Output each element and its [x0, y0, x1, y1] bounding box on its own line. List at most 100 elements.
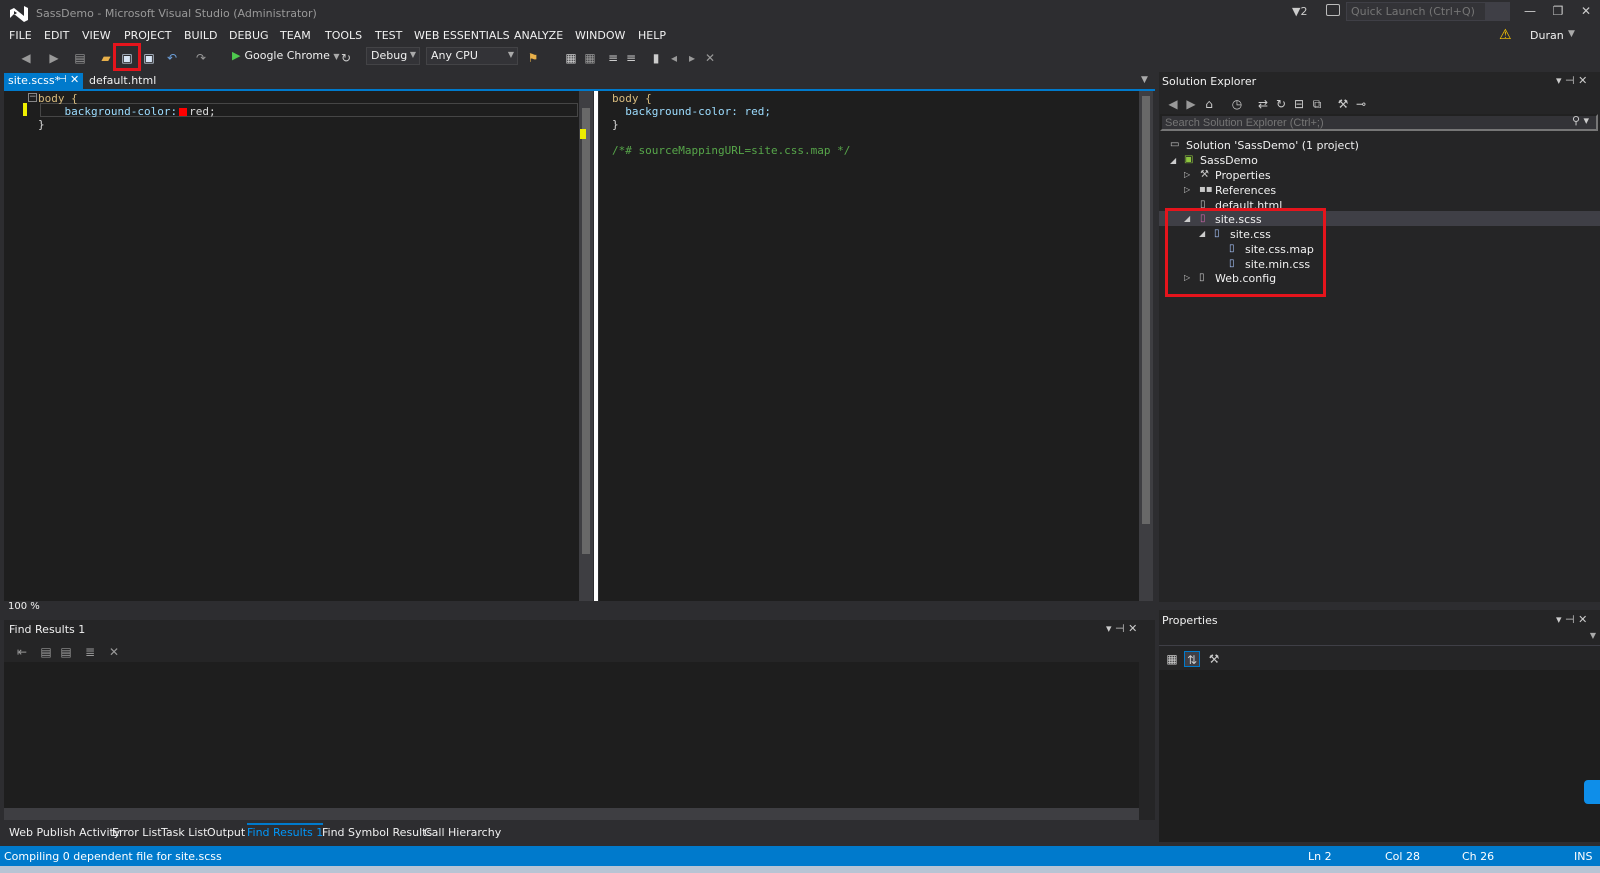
navigate-back-icon[interactable]: ◀ [18, 50, 34, 66]
next-bookmark-icon[interactable]: ▸ [684, 50, 700, 66]
tree-item-references[interactable]: References [1215, 184, 1276, 197]
menu-debug[interactable]: DEBUG [229, 29, 269, 42]
minimize-button[interactable]: — [1520, 4, 1540, 18]
menu-edit[interactable]: EDIT [44, 29, 69, 42]
configuration-select[interactable]: Debug ▼ [366, 47, 420, 65]
clear-bookmarks-icon[interactable]: ✕ [702, 50, 718, 66]
refresh-icon[interactable]: ↻ [1273, 96, 1289, 112]
tab-output[interactable]: Output [207, 826, 245, 839]
redo-icon[interactable]: ↷ [193, 50, 209, 66]
prev-bookmark-icon[interactable]: ◂ [666, 50, 682, 66]
status-char: Ch 26 [1462, 850, 1495, 863]
feedback-icon[interactable] [1326, 4, 1340, 16]
tree-item-properties[interactable]: Properties [1215, 169, 1271, 182]
find-results-content[interactable] [4, 662, 1139, 808]
menu-web-essentials[interactable]: WEB ESSENTIALS [414, 29, 510, 42]
open-file-icon[interactable]: ▰ [98, 50, 114, 66]
menu-window[interactable]: WINDOW [575, 29, 625, 42]
save-all-icon[interactable]: ▣ [141, 50, 157, 66]
quick-launch-search-icon[interactable] [1486, 2, 1510, 21]
menu-tools[interactable]: TOOLS [325, 29, 362, 42]
menu-project[interactable]: PROJECT [124, 29, 172, 42]
tab-list-dropdown-icon[interactable]: ▼ [1141, 75, 1148, 85]
properties-object-select[interactable]: ▼ [1159, 628, 1600, 646]
close-button[interactable]: ✕ [1576, 4, 1596, 18]
code-line-1: body { [38, 92, 78, 105]
tab-call-hierarchy[interactable]: Call Hierarchy [424, 826, 501, 839]
clear-all-icon[interactable]: ≣ [82, 644, 98, 660]
new-project-icon[interactable]: ▤ [72, 50, 88, 66]
menu-build[interactable]: BUILD [184, 29, 217, 42]
stop-search-icon[interactable]: ✕ [106, 644, 122, 660]
css-preview-pane[interactable] [599, 91, 1139, 601]
undo-icon[interactable]: ↶ [164, 50, 180, 66]
properties-grid[interactable] [1159, 670, 1600, 842]
panel-controls[interactable]: ▾ ⊣ ✕ [1556, 74, 1587, 87]
forward-icon[interactable]: ▶ [1183, 96, 1199, 112]
platform-select[interactable]: Any CPU ▼ [426, 47, 518, 65]
menu-help[interactable]: HELP [638, 29, 666, 42]
property-pages-icon[interactable]: ⚒ [1206, 651, 1222, 667]
expanded-triangle-icon[interactable]: ◢ [1170, 156, 1176, 165]
collapse-icon[interactable]: − [28, 93, 37, 102]
panel-controls[interactable]: ▾ ⊣ ✕ [1556, 613, 1587, 626]
sync-icon[interactable]: ⇄ [1255, 96, 1271, 112]
home-icon[interactable]: ⌂ [1201, 96, 1217, 112]
scrollbar-thumb[interactable] [1142, 96, 1150, 524]
preview-splitter[interactable] [594, 91, 598, 601]
run-button[interactable]: ▶ Google Chrome ▼ [232, 49, 340, 62]
notifications-button[interactable]: ▼2 [1292, 5, 1307, 18]
menu-file[interactable]: FILE [9, 29, 32, 42]
next-result-icon[interactable]: ▤ [58, 644, 74, 660]
menu-test[interactable]: TEST [375, 29, 402, 42]
restore-button[interactable]: ❐ [1548, 4, 1568, 18]
scrollbar-thumb[interactable] [582, 108, 590, 554]
collapse-all-icon[interactable]: ⊟ [1291, 96, 1307, 112]
search-icon[interactable]: ⚲ ▾ [1572, 114, 1589, 127]
tab-web-publish-activity[interactable]: Web Publish Activity [9, 826, 120, 839]
tree-item-project[interactable]: SassDemo [1200, 154, 1258, 167]
scss-editor[interactable] [4, 91, 579, 601]
prev-result-icon[interactable]: ▤ [38, 644, 54, 660]
menu-analyze[interactable]: ANALYZE [514, 29, 563, 42]
preview-icon[interactable]: ⊸ [1353, 96, 1369, 112]
menu-team[interactable]: TEAM [280, 29, 311, 42]
tab-task-list[interactable]: Task List [161, 826, 207, 839]
refresh-icon[interactable]: ↻ [338, 50, 354, 66]
panel-controls[interactable]: ▾ ⊣ ✕ [1106, 622, 1137, 635]
collapsed-triangle-icon[interactable]: ▷ [1184, 185, 1190, 194]
chevron-down-icon[interactable]: ▼ [1568, 29, 1575, 39]
zoom-level[interactable]: 100 % [8, 601, 40, 612]
history-icon[interactable]: ◷ [1229, 96, 1245, 112]
navigate-forward-icon[interactable]: ▶ [46, 50, 62, 66]
collapsed-triangle-icon[interactable]: ▷ [1184, 170, 1190, 179]
user-name[interactable]: Duran [1530, 29, 1564, 42]
goto-location-icon[interactable]: ⇤ [14, 644, 30, 660]
quick-launch-input[interactable] [1346, 2, 1486, 21]
tab-default-html[interactable]: default.html [89, 74, 156, 87]
properties-wrench-icon[interactable]: ⚒ [1335, 96, 1351, 112]
tree-item-solution[interactable]: Solution 'SassDemo' (1 project) [1186, 139, 1359, 152]
solution-explorer-search-input[interactable] [1160, 114, 1598, 131]
outdent-icon[interactable]: ≡ [623, 50, 639, 66]
back-icon[interactable]: ◀ [1165, 96, 1181, 112]
categorized-icon[interactable]: ▦ [1164, 651, 1180, 667]
pin-icon[interactable]: ⊣ [58, 74, 67, 85]
browser-link-icon[interactable]: ⚑ [525, 50, 541, 66]
tab-error-list[interactable]: Error List [112, 826, 162, 839]
teamviewer-icon[interactable] [1584, 780, 1600, 804]
close-icon[interactable]: ✕ [70, 73, 79, 86]
show-all-files-icon[interactable]: ⧉ [1309, 96, 1325, 112]
tab-find-results[interactable]: Find Results 1 [247, 823, 324, 839]
warning-icon[interactable]: ⚠ [1499, 27, 1512, 43]
menu-view[interactable]: VIEW [82, 29, 111, 42]
horizontal-scrollbar[interactable] [4, 808, 1139, 820]
status-insert-mode: INS [1574, 850, 1593, 863]
window-title: SassDemo - Microsoft Visual Studio (Admi… [36, 7, 317, 20]
bookmark-icon[interactable]: ▮ [648, 50, 664, 66]
indent-icon[interactable]: ≡ [605, 50, 621, 66]
align-icon[interactable]: ▦ [563, 50, 579, 66]
tab-find-symbol-results[interactable]: Find Symbol Results [322, 826, 432, 839]
alphabetical-icon[interactable]: ⇅ [1184, 651, 1200, 667]
format-icon[interactable]: ▦ [582, 50, 598, 66]
